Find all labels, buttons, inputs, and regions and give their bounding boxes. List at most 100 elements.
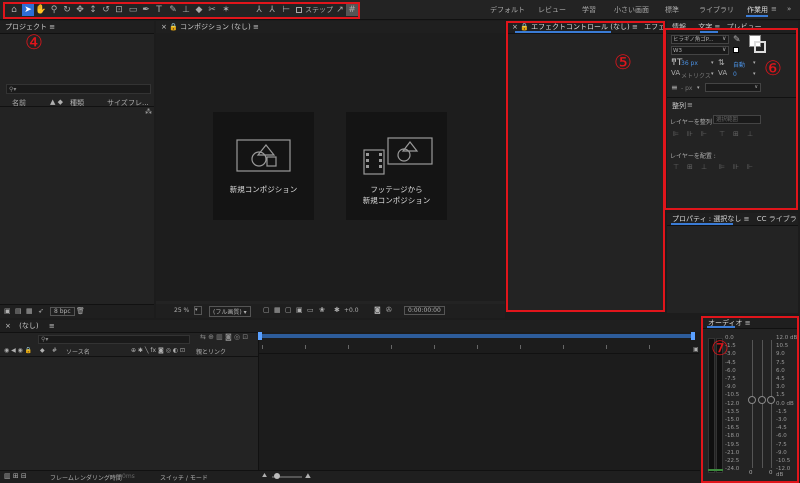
- zoom-in-icon[interactable]: ⛰: [305, 472, 311, 481]
- camera-view-icon[interactable]: ▭: [307, 306, 314, 314]
- pan-tool-icon[interactable]: ✥: [74, 4, 86, 16]
- properties-menu-icon[interactable]: ≡: [744, 215, 750, 223]
- col-size[interactable]: サイズ: [107, 98, 128, 108]
- timeline-zoom-thumb[interactable]: [274, 473, 280, 479]
- home-icon[interactable]: ⌂: [8, 4, 20, 16]
- project-search-input[interactable]: ⚲▾: [6, 84, 151, 94]
- new-composition-card[interactable]: 新規コンポジション: [213, 112, 314, 220]
- orbit-tool-icon[interactable]: ↻: [61, 4, 73, 16]
- stamp-tool-icon[interactable]: ⊥: [180, 4, 192, 16]
- axis-local-icon[interactable]: ⅄: [253, 4, 265, 16]
- new-comp-icon[interactable]: ▦: [26, 307, 33, 315]
- workspace-standard[interactable]: 標準: [665, 5, 679, 15]
- project-columns-header: 名前 ▲ ◆ 種類 サイズ フレ...: [0, 98, 154, 107]
- comp-flowchart-icon[interactable]: ▥ ⊞ ⊟: [4, 472, 27, 480]
- workspace-more-icon[interactable]: »: [787, 5, 791, 13]
- anchor-tool-icon[interactable]: ⊡: [113, 4, 125, 16]
- annotation-4: ④: [25, 30, 43, 54]
- workspace-learn[interactable]: 学習: [582, 5, 596, 15]
- snap-options-icon[interactable]: ↗: [334, 4, 346, 16]
- annotation-5: ⑤: [614, 50, 632, 74]
- type-tool-icon[interactable]: T: [153, 4, 165, 16]
- zoom-dropdown[interactable]: ▾: [194, 306, 202, 315]
- workspace-default[interactable]: デフォルト: [490, 5, 525, 15]
- quality-value: (フル画質): [213, 309, 242, 316]
- region-icon[interactable]: ▢: [263, 306, 270, 314]
- workspace-libraries[interactable]: ライブラリ: [699, 5, 734, 15]
- snapshot-icon[interactable]: ◙: [374, 306, 381, 314]
- from-footage-label-1: フッテージから: [370, 185, 423, 194]
- channel-icon[interactable]: ❀: [319, 306, 325, 314]
- work-area-start-handle[interactable]: [258, 332, 262, 340]
- interpret-footage-icon[interactable]: ▣: [4, 307, 11, 315]
- ruler-tick: [305, 345, 306, 349]
- close-icon[interactable]: ×: [161, 23, 167, 31]
- rotate-tool-icon[interactable]: ↺: [100, 4, 112, 16]
- workspace-menu-icon[interactable]: ≡: [771, 5, 777, 13]
- flow-icon[interactable]: ➶: [38, 307, 44, 315]
- zoom-value[interactable]: 25 %: [174, 307, 189, 314]
- step-checkbox[interactable]: [296, 7, 302, 13]
- work-area-end-handle[interactable]: [691, 332, 695, 340]
- step-label: ステップ: [305, 6, 333, 14]
- effects-annotation-box: [506, 21, 665, 312]
- transparency-grid-icon[interactable]: ▦: [274, 306, 281, 314]
- new-comp-from-footage-card[interactable]: フッテージから 新規コンポジション: [346, 112, 447, 220]
- parent-link-header[interactable]: 親とリンク: [196, 347, 226, 356]
- timeline-title: (なし): [19, 322, 39, 330]
- new-folder-icon[interactable]: ▤: [15, 307, 22, 315]
- zoom-out-icon[interactable]: ⛰: [262, 472, 267, 480]
- ruler-tick: [434, 345, 435, 349]
- mask-visibility-icon[interactable]: ▢: [285, 306, 292, 314]
- properties-title[interactable]: プロパティ : 選択なし: [672, 215, 741, 223]
- time-ruler[interactable]: [259, 342, 699, 354]
- timecode-display[interactable]: 0:00:00:00: [404, 306, 445, 315]
- network-icon[interactable]: ⁂: [145, 108, 152, 116]
- timeline-menu-icon[interactable]: ≡: [49, 322, 55, 330]
- dolly-tool-icon[interactable]: ↕: [87, 4, 99, 16]
- axis-view-icon[interactable]: ⊢: [280, 4, 292, 16]
- col-frame[interactable]: フレ...: [128, 98, 149, 108]
- roto-tool-icon[interactable]: ✂: [206, 4, 218, 16]
- footage-composition-icon: [360, 136, 434, 176]
- rectangle-tool-icon[interactable]: ▭: [127, 4, 139, 16]
- timeline-footer: ▥ ⊞ ⊟ フレームレンダリング時間 0ms スイッチ / モード ⛰ ⛰: [0, 470, 700, 483]
- comp-marker-icon[interactable]: ▣: [693, 346, 699, 353]
- show-snapshot-icon[interactable]: ✇: [386, 306, 392, 314]
- eraser-tool-icon[interactable]: ◆: [193, 4, 205, 16]
- guides-icon[interactable]: ▣: [296, 306, 303, 314]
- bpc-button[interactable]: 8 bpc: [50, 307, 75, 316]
- col-name[interactable]: 名前: [12, 98, 26, 108]
- timeline-switch-icons[interactable]: ⇆ ⊕ ▥ ◙ ◎ ⊡: [200, 333, 248, 341]
- workspace-working[interactable]: 作業用: [747, 5, 768, 15]
- from-footage-label-2: 新規コンポジション: [362, 196, 431, 205]
- comp-title: コンポジション (なし): [180, 23, 251, 31]
- trash-icon[interactable]: 🗑: [76, 307, 85, 315]
- timeline-panel: × (なし) ≡ ⚲▾ ⇆ ⊕ ▥ ◙ ◎ ⊡ ◉ ◀ ◉ 🔒 ◆ # ソース名…: [0, 320, 700, 483]
- workspace-review[interactable]: レビュー: [538, 5, 566, 15]
- switches-mode-toggle[interactable]: スイッチ / モード: [160, 473, 208, 482]
- hand-tool-icon[interactable]: ✋: [35, 4, 47, 16]
- label-icon: ◆: [40, 347, 45, 354]
- cc-libraries-tab[interactable]: CC ライブラリ: [757, 215, 798, 223]
- exposure-value[interactable]: +0.0: [344, 307, 359, 314]
- ruler-tick: [649, 345, 650, 349]
- exposure-icon[interactable]: ✱: [334, 306, 340, 314]
- workspace-small-screen[interactable]: 小さい画面: [614, 5, 649, 15]
- brush-tool-icon[interactable]: ✎: [167, 4, 179, 16]
- pen-tool-icon[interactable]: ✒: [140, 4, 152, 16]
- zoom-tool-icon[interactable]: ⚲: [48, 4, 60, 16]
- selection-tool-icon[interactable]: ➤: [22, 4, 34, 16]
- work-area-bar[interactable]: [260, 334, 693, 338]
- puppet-tool-icon[interactable]: ✶: [220, 4, 232, 16]
- comp-menu-icon[interactable]: ≡: [253, 23, 259, 31]
- source-name-header[interactable]: ソース名: [66, 347, 90, 356]
- lock-icon[interactable]: 🔒: [169, 23, 178, 31]
- col-type[interactable]: 種類: [70, 98, 84, 108]
- timeline-search-input[interactable]: ⚲▾: [38, 335, 190, 344]
- quality-dropdown[interactable]: (フル画質) ▾: [209, 306, 251, 317]
- snap-grid-icon[interactable]: #: [346, 4, 358, 16]
- timeline-close-icon[interactable]: ×: [5, 322, 11, 330]
- axis-world-icon[interactable]: ⅄: [266, 4, 278, 16]
- switches-header-icons: ⊕ ✱ ╲ fx ◙ ◎ ◐ ⊡: [131, 347, 185, 354]
